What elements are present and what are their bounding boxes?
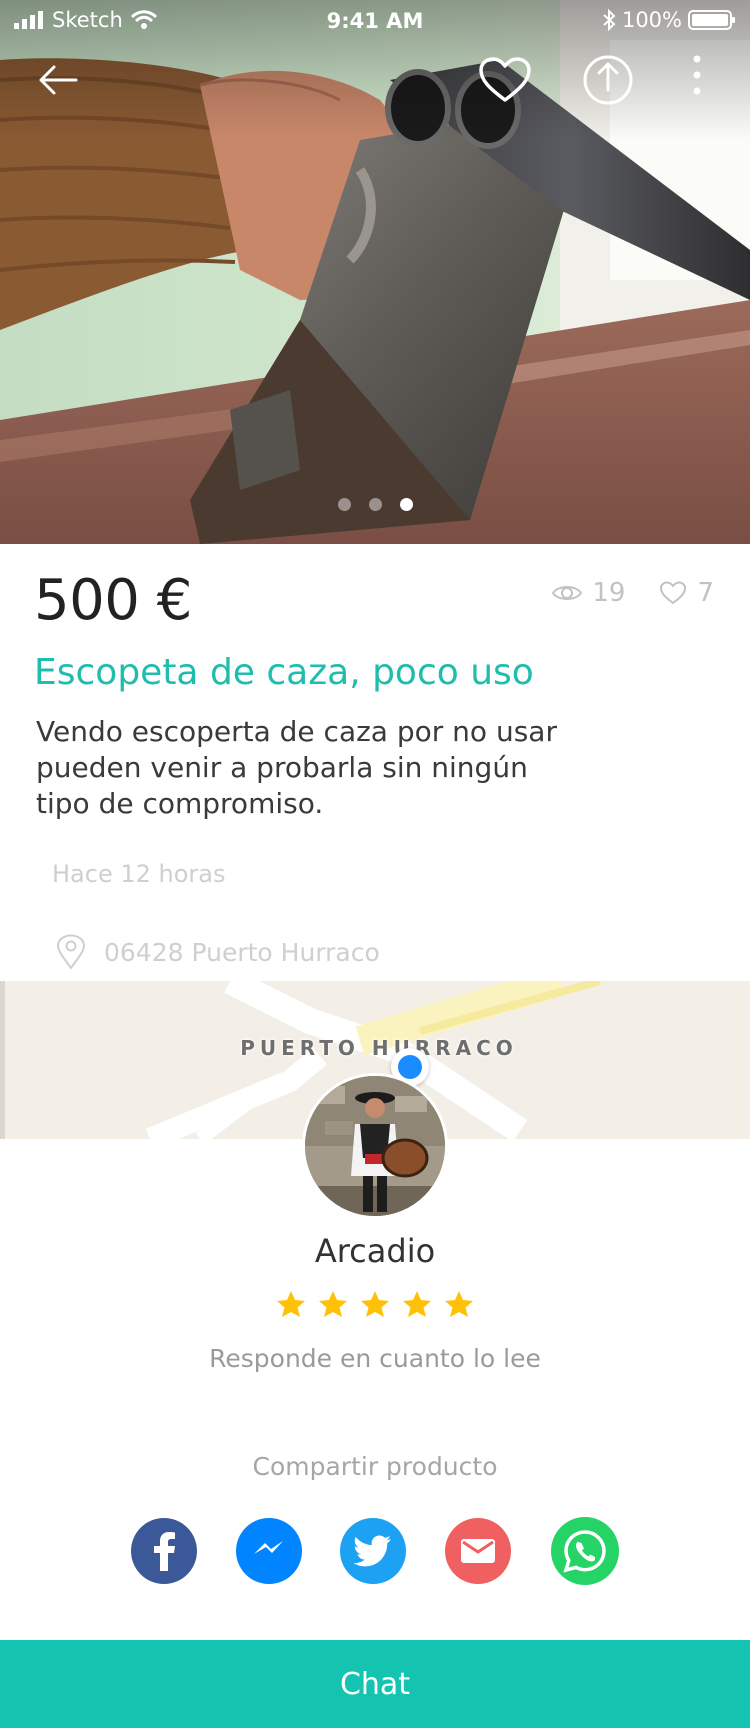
product-stats: 19 7	[552, 578, 714, 608]
star-icon	[319, 1291, 347, 1317]
more-button[interactable]	[680, 50, 714, 100]
seller-name[interactable]: Arcadio	[0, 1232, 750, 1270]
map-place-label: PUERTO HURRACO	[240, 1036, 518, 1060]
star-icon	[445, 1291, 473, 1317]
product-title: Escopeta de caza, poco uso	[34, 652, 534, 693]
gallery-dot-active[interactable]	[399, 498, 413, 511]
share-upload-icon	[583, 55, 633, 105]
eye-icon	[552, 586, 583, 600]
whatsapp-share-button[interactable]	[551, 1517, 619, 1585]
heart-outline-icon	[479, 57, 531, 102]
seller-response-time: Responde en cuanto lo lee	[209, 1344, 541, 1373]
twitter-icon	[354, 1535, 391, 1567]
email-icon	[461, 1539, 495, 1563]
heart-outline-icon	[660, 581, 687, 605]
product-description: Vendo escoperta de caza por no usar pued…	[36, 714, 596, 822]
description-line: pueden venir a probarla sin ningún	[36, 751, 528, 784]
back-button[interactable]	[30, 52, 86, 108]
chat-button[interactable]: Chat	[0, 1640, 750, 1728]
product-price: 500 €	[34, 568, 192, 633]
avatar-photo	[305, 1076, 445, 1216]
gallery-dot[interactable]	[337, 498, 351, 511]
whatsapp-icon	[563, 1530, 606, 1573]
product-location[interactable]: 06428 Puerto Hurraco	[56, 934, 380, 970]
messenger-share-button[interactable]	[236, 1518, 302, 1584]
share-button[interactable]	[578, 50, 638, 110]
seller-rating	[0, 1290, 750, 1318]
share-section-label: Compartir producto	[252, 1452, 498, 1481]
location-pin-icon	[56, 934, 86, 970]
star-icon	[277, 1291, 305, 1317]
status-bar: Sketch 9:41 AM 100%	[0, 0, 750, 40]
views-count: 19	[592, 578, 626, 608]
favorite-button[interactable]	[474, 52, 536, 108]
likes-stat: 7	[659, 578, 714, 608]
facebook-share-button[interactable]	[131, 1518, 197, 1584]
facebook-icon	[154, 1532, 175, 1571]
status-bar-right: 100%	[602, 8, 736, 32]
star-icon	[403, 1291, 431, 1317]
arrow-left-icon	[39, 65, 78, 95]
seller-avatar[interactable]	[302, 1073, 448, 1219]
battery-icon	[688, 10, 735, 30]
email-share-button[interactable]	[445, 1518, 511, 1584]
likes-count: 7	[697, 578, 714, 608]
more-vertical-icon	[693, 55, 701, 95]
product-photo-gallery[interactable]: Sketch 9:41 AM 100%	[0, 0, 750, 544]
description-line: tipo de compromiso.	[36, 787, 324, 820]
messenger-icon	[254, 1541, 283, 1554]
gallery-dot[interactable]	[368, 498, 382, 511]
bluetooth-icon	[603, 9, 616, 31]
gallery-page-indicator[interactable]	[0, 498, 750, 511]
star-icon	[361, 1291, 389, 1317]
twitter-share-button[interactable]	[340, 1518, 406, 1584]
posted-time: Hace 12 horas	[52, 860, 226, 888]
location-text: 06428 Puerto Hurraco	[104, 937, 380, 967]
views-stat: 19	[552, 578, 625, 608]
share-buttons	[0, 1517, 750, 1585]
battery-percent: 100%	[621, 8, 682, 32]
description-line: Vendo escoperta de caza por no usar	[36, 715, 557, 748]
